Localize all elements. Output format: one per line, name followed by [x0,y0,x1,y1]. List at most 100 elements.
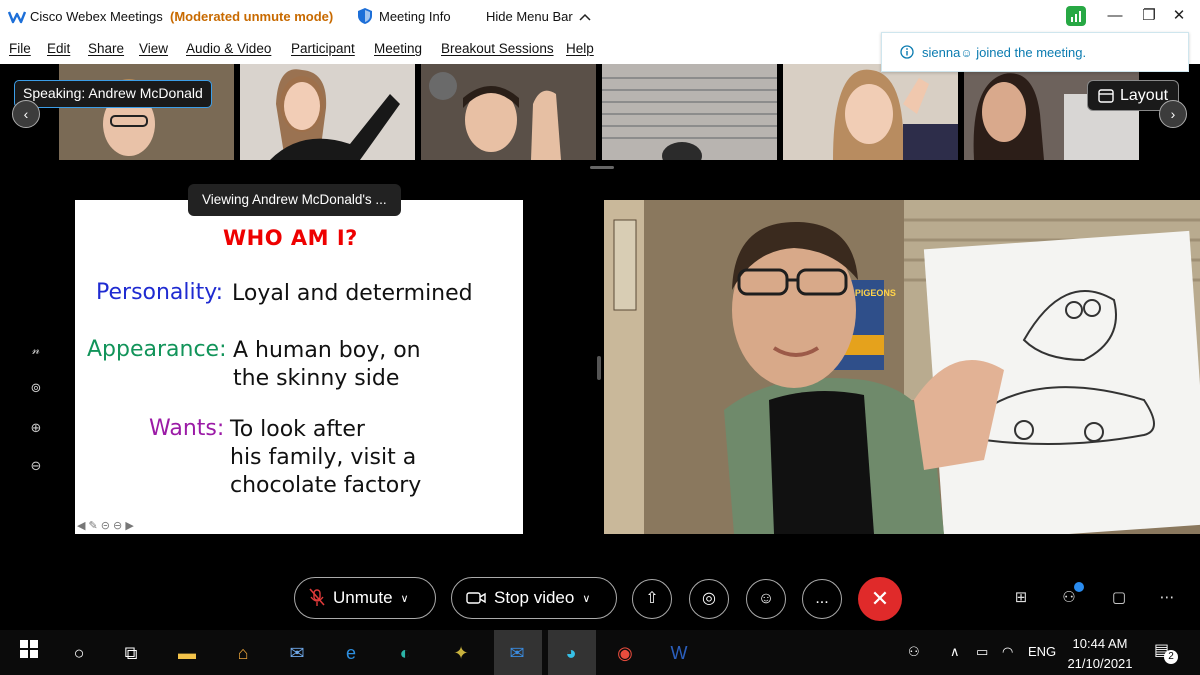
join-notification: sienna☺ joined the meeting. [881,32,1189,72]
slide-text-appearance-1: A human boy, on [233,338,421,363]
participants-icon[interactable]: ⚇ [1058,582,1084,606]
zoom-out-icon[interactable]: ⊖ [26,456,46,476]
participant-thumbnail[interactable] [783,64,958,160]
chrome-icon[interactable]: ◉ [610,638,640,668]
breakout-icon[interactable]: ⊞ [1010,588,1032,606]
split-resize-handle[interactable] [597,356,601,380]
menu-meeting[interactable]: Meeting [374,41,422,56]
chevron-down-icon[interactable]: ∨ [401,592,409,605]
participant-thumbnail[interactable] [602,64,777,160]
remote-control-icon[interactable]: ⊚ [26,378,46,398]
slide-nav-controls[interactable]: ◀ ✎ ⊝ ⊖ ▶ [77,519,134,532]
clock-date: 21/10/2021 [1067,656,1133,671]
stop-video-label: Stop video [494,588,575,607]
slide-text-wants-1: To look after [230,417,365,442]
more-panels-icon[interactable]: ⋯ [1156,588,1178,606]
word-icon[interactable]: W [664,638,694,668]
end-meeting-button[interactable]: ✕ [858,577,902,621]
task-view-icon[interactable]: ⧉ [116,638,146,668]
strip-resize-handle[interactable] [590,166,614,169]
speaking-name: Andrew McDonald [88,85,203,101]
webex-taskbar-icon[interactable]: ◕ [556,638,586,668]
menu-share[interactable]: Share [88,41,124,56]
windows-taskbar: ○ ⧉ ▬ ⌂ ✉ e ◐ ✦ ✉ ◕ ◉ W ⚇ ∧ ▭ ◠ ENG 10:4… [0,630,1200,675]
shared-content-slide: WHO AM I? Personality: Loyal and determi… [75,200,523,534]
app-title: Cisco Webex Meetings [30,9,163,24]
hide-menu-bar-button[interactable]: Hide Menu Bar [486,9,591,24]
menu-breakout-sessions[interactable]: Breakout Sessions [441,41,554,56]
meeting-info-button[interactable]: Meeting Info [356,7,451,25]
hide-menu-bar-label: Hide Menu Bar [486,9,573,24]
chevron-up-icon [579,13,591,21]
slide-label-appearance: Appearance: [87,337,227,362]
menu-help[interactable]: Help [566,41,594,56]
record-icon[interactable]: ◎ [689,579,729,619]
annotate-icon[interactable]: 𝓃 [26,340,46,360]
speaking-label: Speaking: [23,85,86,101]
restore-icon[interactable]: ❐ [1136,4,1162,28]
chevron-down-icon[interactable]: ∨ [582,592,590,605]
close-icon[interactable]: ✕ [1166,4,1192,28]
internet-explorer-icon[interactable]: e [336,638,366,668]
menu-file[interactable]: File [9,41,31,56]
webex-logo-icon [8,11,26,24]
meeting-info-label: Meeting Info [379,8,451,24]
joined-user-name: sienna [922,44,961,60]
slide-title: WHO AM I? [223,226,358,250]
layout-icon [1098,88,1114,103]
clock-time: 10:44 AM [1072,636,1128,651]
store-icon[interactable]: ⌂ [228,638,258,668]
participant-strip [0,64,1200,164]
file-explorer-icon[interactable]: ▬ [172,638,202,668]
minimize-icon[interactable]: — [1102,4,1128,28]
slide-label-personality: Personality: [96,280,224,305]
meeting-controls: Unmute ∨ Stop video ∨ ⇧ ◎ ☺ ... ✕ ⊞ ⚇ ▢ … [0,568,1200,630]
notification-center-icon[interactable]: ▤ 2 [1154,640,1178,664]
more-options-button[interactable]: ... [802,579,842,619]
search-icon[interactable]: ○ [64,638,94,668]
battery-icon[interactable]: ▭ [976,644,988,660]
slide-label-wants: Wants: [149,416,225,441]
active-speaker-video[interactable]: REAL PIGEONS [604,200,1200,534]
chat-icon[interactable]: ▢ [1108,588,1130,606]
layout-label: Layout [1120,86,1169,104]
menu-participant[interactable]: Participant [291,41,355,56]
zoom-in-icon[interactable]: ⊕ [26,418,46,438]
share-icon[interactable]: ⇧ [632,579,672,619]
wifi-icon[interactable]: ◠ [1002,644,1013,660]
viewing-share-badge: Viewing Andrew McDonald's ... [188,184,401,216]
tray-chevron-up-icon[interactable]: ∧ [950,644,960,660]
camera-icon [466,592,486,604]
shield-icon [358,8,372,24]
chevron-right-icon[interactable]: › [1159,100,1187,128]
reactions-icon[interactable]: ☺ [746,579,786,619]
taskbar-clock[interactable]: 10:44 AM 21/10/2021 [1062,634,1138,674]
webex-window: Cisco Webex Meetings (Moderated unmute m… [0,0,1200,675]
info-icon [900,45,914,59]
slide-text-wants-2: his family, visit a [230,445,417,470]
participant-thumbnail[interactable] [964,64,1139,160]
participant-thumbnail[interactable] [59,64,234,160]
joined-text: joined the meeting. [976,44,1087,60]
slide-text-wants-3: chocolate factory [230,473,422,498]
language-indicator[interactable]: ENG [1028,644,1056,659]
menu-audio-video[interactable]: Audio & Video [186,41,271,56]
windows-start-icon[interactable] [14,638,44,668]
participant-thumbnail[interactable] [421,64,596,160]
chevron-left-icon[interactable]: ‹ [12,100,40,128]
edge-icon[interactable]: ◐ [390,638,420,668]
outlook-icon[interactable]: ✉ [502,638,532,668]
menu-view[interactable]: View [139,41,168,56]
network-status-icon[interactable] [1066,6,1086,26]
participant-thumbnail[interactable] [240,64,415,160]
mail-icon[interactable]: ✉ [282,638,312,668]
menu-edit[interactable]: Edit [47,41,70,56]
unmute-button[interactable]: Unmute ∨ [294,577,436,619]
app-icon[interactable]: ✦ [446,638,476,668]
user-icon: ☺ [960,45,973,60]
moderated-mode-label: (Moderated unmute mode) [170,9,334,24]
stop-video-button[interactable]: Stop video ∨ [451,577,617,619]
speaking-indicator: Speaking: Andrew McDonald [14,80,212,108]
unmute-label: Unmute [333,588,393,607]
people-icon[interactable]: ⚇ [908,644,920,660]
